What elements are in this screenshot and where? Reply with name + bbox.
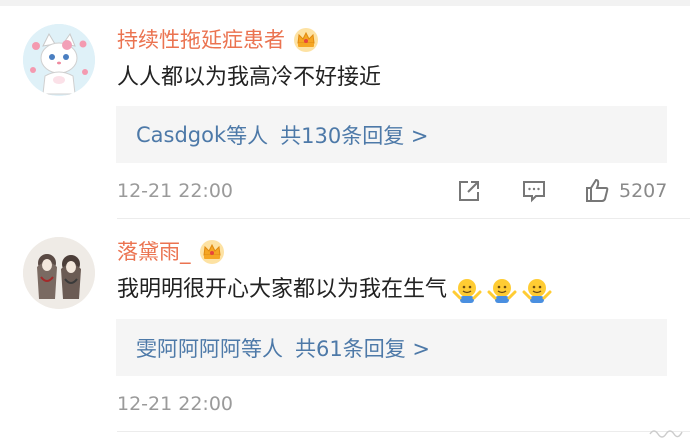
reply-etc-label: 等人 — [226, 123, 269, 148]
sketch-figures-avatar-icon — [23, 237, 95, 309]
share-icon[interactable] — [455, 177, 483, 205]
comment-icon[interactable] — [520, 177, 548, 205]
reply-count-link[interactable]: 共130条回复 > — [280, 120, 428, 150]
avatar[interactable] — [23, 237, 95, 309]
timestamp: 12-21 22:00 — [117, 393, 234, 415]
shrug-emoji-icon — [522, 275, 552, 305]
like-count: 5207 — [619, 180, 668, 202]
comment-meta: 12-21 22:00 — [117, 389, 667, 419]
reply-etc-label: 等人 — [241, 336, 283, 361]
vip-crown-icon — [199, 239, 225, 265]
shrug-emoji-icon — [452, 275, 482, 305]
watermark-icon — [648, 424, 684, 440]
reply-count-link[interactable]: 共61条回复 > — [295, 333, 430, 363]
divider — [117, 218, 690, 219]
like-icon[interactable] — [583, 176, 611, 204]
shrug-emoji-icon — [487, 275, 517, 305]
white-cat-avatar-icon — [23, 24, 95, 96]
comment-text: 人人都以为我高冷不好接近 — [117, 63, 381, 93]
timestamp: 12-21 22:00 — [117, 180, 234, 202]
comment-meta: 12-21 22:00 5207 — [117, 176, 667, 206]
reply-summary[interactable]: Casdgok 等人 共130条回复 > — [116, 106, 667, 163]
vip-crown-icon — [293, 27, 319, 53]
reply-usernames[interactable]: 雯阿阿阿阿 — [136, 333, 241, 363]
comment-text: 我明明很开心大家都以为我在生气 — [117, 275, 552, 305]
comment-body: 我明明很开心大家都以为我在生气 — [117, 277, 448, 302]
avatar[interactable] — [23, 24, 95, 96]
username[interactable]: 持续性拖延症患者 — [117, 25, 285, 55]
divider — [117, 431, 690, 432]
username[interactable]: 落黛雨_ — [117, 237, 191, 267]
reply-usernames[interactable]: Casdgok — [136, 123, 226, 147]
reply-summary[interactable]: 雯阿阿阿阿 等人 共61条回复 > — [116, 319, 667, 376]
top-separator — [0, 0, 690, 6]
comment-body: 人人都以为我高冷不好接近 — [117, 65, 382, 90]
